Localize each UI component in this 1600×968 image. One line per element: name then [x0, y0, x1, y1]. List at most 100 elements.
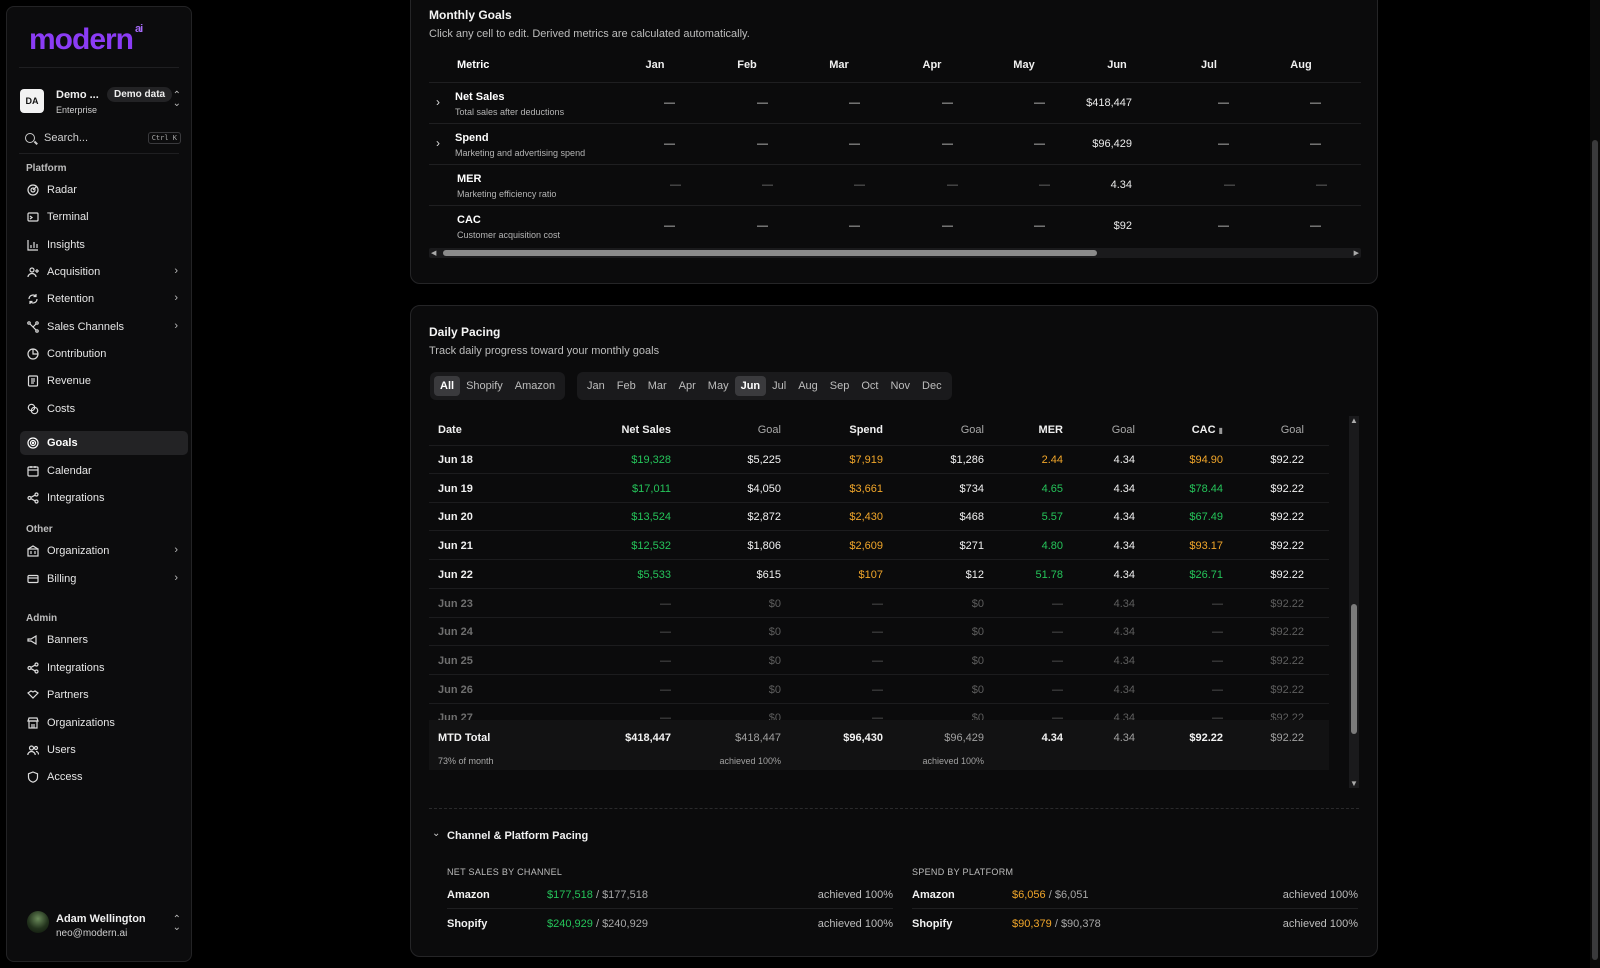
platform-row: Shopify $90,379 / $90,378 achieved 100% [912, 910, 1358, 938]
chevron-up-down-icon: ⌃ ⌄ [172, 90, 181, 109]
info-icon[interactable]: ▮ [1219, 426, 1223, 435]
sidebar-item-radar[interactable]: Radar [20, 178, 188, 202]
search-button[interactable]: Search... Ctrl K [19, 128, 183, 150]
table-row: Jun 25 — $0 — $0 — 4.34 — $92.22 [429, 647, 1329, 675]
goal-cell[interactable]: — [790, 220, 860, 232]
month-jul[interactable]: Jul [766, 376, 792, 396]
sidebar-item-organizations[interactable]: Organizations [20, 711, 188, 735]
scrollbar-thumb[interactable] [1592, 140, 1598, 960]
scrollbar-thumb[interactable] [1351, 604, 1357, 734]
month-jan[interactable]: Jan [581, 376, 611, 396]
sidebar-item-costs[interactable]: Costs [20, 397, 188, 421]
page-scrollbar[interactable] [1590, 0, 1600, 968]
scrollbar-thumb[interactable] [443, 250, 1097, 256]
vertical-scrollbar[interactable]: ▲ ▼ [1349, 416, 1359, 788]
goal-cell[interactable]: — [1251, 97, 1321, 109]
chevron-right-icon[interactable]: › [436, 95, 440, 109]
sidebar-item-banners[interactable]: Banners [20, 628, 188, 652]
month-nov[interactable]: Nov [884, 376, 916, 396]
column-header: Apr [922, 59, 942, 71]
user-menu[interactable]: Adam Wellington neo@modern.ai ⌃ ⌄ [19, 907, 183, 943]
chevron-right-icon[interactable]: › [436, 136, 440, 150]
goal-cell[interactable]: — [975, 97, 1045, 109]
month-sep[interactable]: Sep [824, 376, 856, 396]
sidebar-item-terminal[interactable]: Terminal [20, 205, 188, 229]
goal-cell[interactable]: — [790, 97, 860, 109]
month-dec[interactable]: Dec [916, 376, 948, 396]
goal-cell[interactable]: — [698, 220, 768, 232]
month-apr[interactable]: Apr [673, 376, 702, 396]
sidebar: modern ai DA Demo ... Demo data Enterpris… [6, 6, 192, 962]
sidebar-item-sales-channels[interactable]: Sales Channels › [20, 315, 188, 339]
sidebar-item-goals[interactable]: Goals [20, 431, 188, 455]
goal-cell[interactable]: — [1159, 220, 1229, 232]
month-aug[interactable]: Aug [792, 376, 824, 396]
sidebar-item-revenue[interactable]: Revenue [20, 369, 188, 393]
filter-shopify[interactable]: Shopify [460, 376, 509, 396]
search-shortcut: Ctrl K [147, 132, 181, 144]
goal-cell[interactable]: — [1159, 97, 1229, 109]
goal-cell[interactable]: — [975, 220, 1045, 232]
table-row: Jun 26 — $0 — $0 — 4.34 — $92.22 [429, 676, 1329, 704]
spend-goal-cell: $0 [971, 626, 984, 639]
month-jun[interactable]: Jun [734, 376, 767, 396]
scroll-right-icon[interactable]: ▶ [1354, 249, 1359, 257]
goal-cell[interactable]: — [1159, 138, 1229, 150]
goal-cell[interactable]: — [790, 138, 860, 150]
goal-cell[interactable]: — [1251, 138, 1321, 150]
goal-cell[interactable]: $96,429 [1062, 138, 1132, 150]
derived-cell: — [1039, 179, 1050, 191]
brand-logo[interactable]: modern ai [29, 23, 143, 57]
month-feb[interactable]: Feb [611, 376, 642, 396]
goal-cell[interactable]: — [1251, 220, 1321, 232]
channel-pacing-toggle[interactable]: ⌄ Channel & Platform Pacing [429, 826, 729, 846]
goal-cell[interactable]: — [883, 97, 953, 109]
goal-cell[interactable]: — [883, 138, 953, 150]
sidebar-item-contribution[interactable]: Contribution [20, 342, 188, 366]
month-mar[interactable]: Mar [642, 376, 673, 396]
divider [912, 908, 1358, 909]
sidebar-item-calendar[interactable]: Calendar [20, 459, 188, 483]
scroll-up-icon[interactable]: ▲ [1350, 416, 1358, 425]
mer-goal-cell: 4.34 [1113, 568, 1135, 581]
card-title: Monthly Goals [429, 8, 512, 22]
sidebar-item-organization[interactable]: Organization › [20, 539, 188, 563]
goal-cell[interactable]: — [698, 97, 768, 109]
sidebar-item-acquisition[interactable]: Acquisition › [20, 260, 188, 284]
goal-cell[interactable]: — [605, 138, 675, 150]
horizontal-scrollbar[interactable]: ◀ ▶ [429, 248, 1361, 258]
sidebar-item-retention[interactable]: Retention › [20, 287, 188, 311]
goal-cell[interactable]: — [975, 138, 1045, 150]
mer-cell: — [1052, 683, 1063, 696]
sidebar-item-label: Organization [47, 545, 110, 557]
total-spend: $96,430 [843, 732, 883, 744]
goal-cell[interactable]: — [698, 138, 768, 150]
filter-amazon[interactable]: Amazon [509, 376, 561, 396]
sidebar-item-users[interactable]: Users [20, 738, 188, 762]
metric-name: Spend [455, 132, 489, 144]
org-switcher[interactable]: DA Demo ... Demo data Enterprise ⌃ ⌄ [19, 83, 183, 123]
month-oct[interactable]: Oct [855, 376, 884, 396]
sidebar-item-admin-integrations[interactable]: Integrations [20, 656, 188, 680]
sidebar-item-integrations[interactable]: Integrations [20, 486, 188, 510]
goal-cell[interactable]: $92 [1062, 220, 1132, 232]
sidebar-item-access[interactable]: Access [20, 765, 188, 789]
net-sales-achieved: achieved 100% [719, 756, 781, 766]
table-row[interactable]: › Spend Marketing and advertising spend … [429, 124, 1361, 165]
mer-cell: 51.78 [1035, 568, 1063, 581]
sidebar-item-partners[interactable]: Partners [20, 683, 188, 707]
column-header: MER [1038, 424, 1063, 436]
sidebar-item-label: Contribution [47, 348, 107, 360]
scroll-down-icon[interactable]: ▼ [1350, 779, 1358, 788]
scroll-left-icon[interactable]: ◀ [431, 249, 436, 257]
sidebar-item-billing[interactable]: Billing › [20, 567, 188, 591]
spend-cell: — [872, 654, 883, 667]
sidebar-item-insights[interactable]: Insights [20, 233, 188, 257]
goal-cell[interactable]: — [605, 220, 675, 232]
table-row[interactable]: › Net Sales Total sales after deductions… [429, 83, 1361, 124]
month-may[interactable]: May [702, 376, 735, 396]
goal-cell[interactable]: — [883, 220, 953, 232]
goal-cell[interactable]: — [605, 97, 675, 109]
filter-all[interactable]: All [434, 376, 461, 396]
goal-cell[interactable]: $418,447 [1062, 97, 1132, 109]
